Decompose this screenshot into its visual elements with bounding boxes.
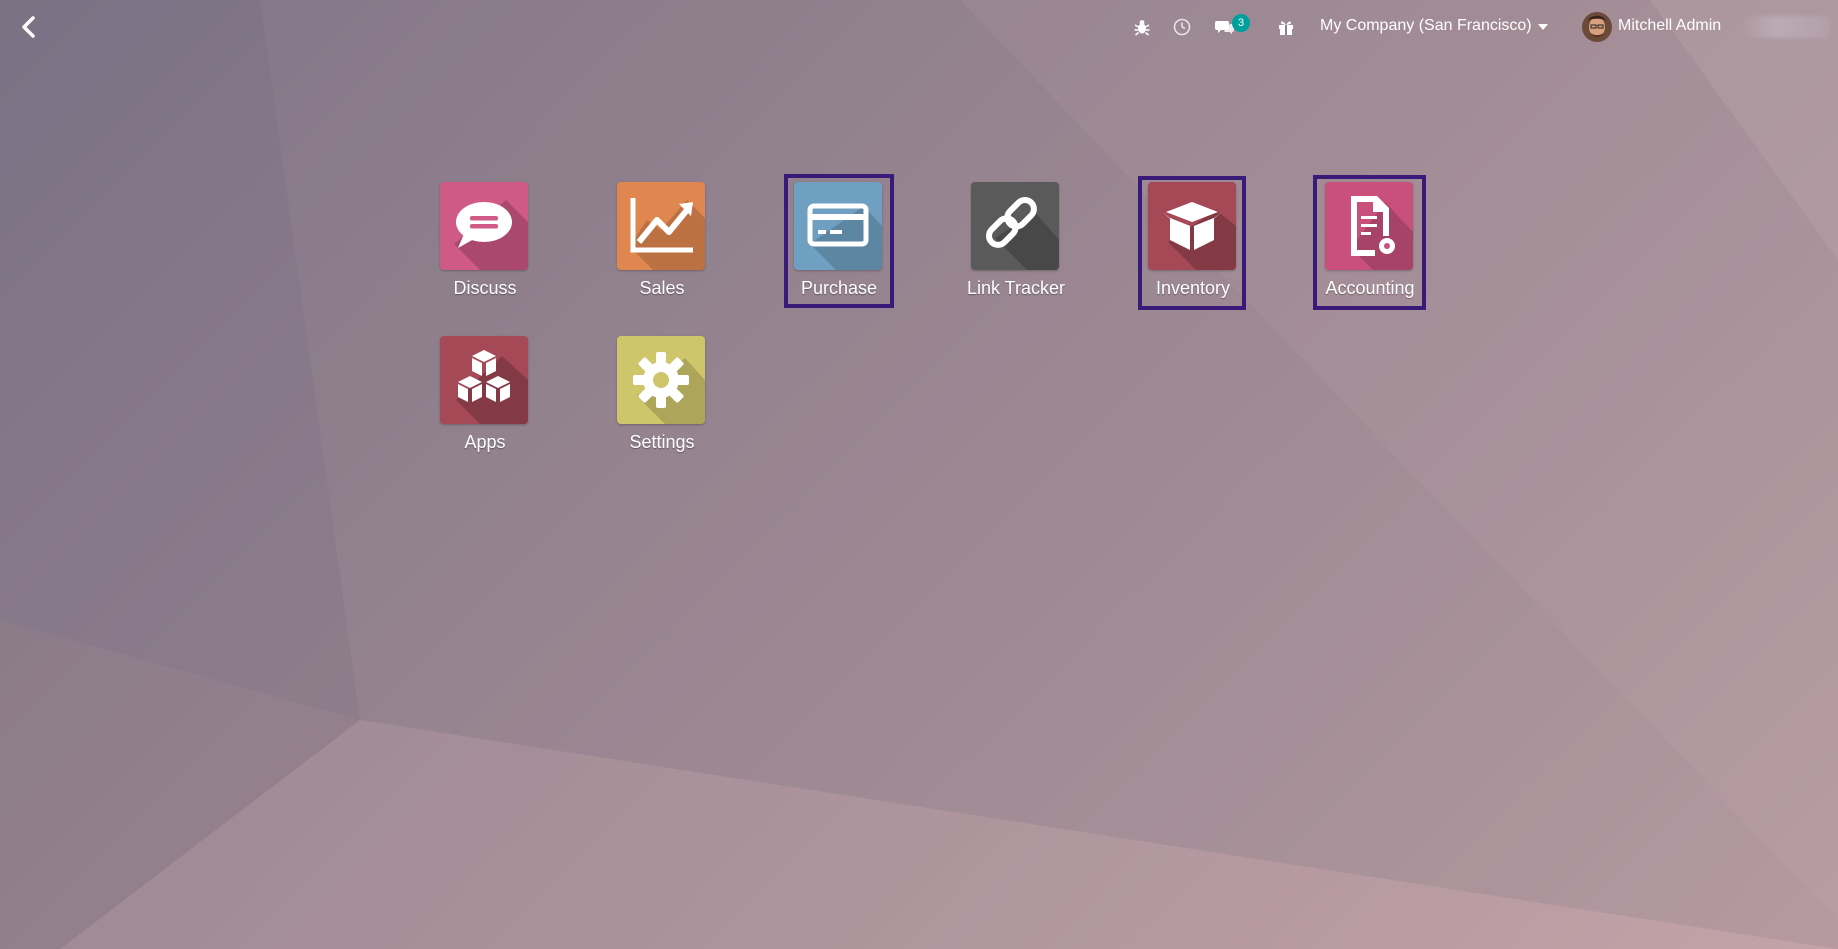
- app-icon-tile: [971, 182, 1059, 270]
- app-label: Link Tracker: [966, 278, 1066, 298]
- app-accounting[interactable]: Accounting: [1305, 170, 1435, 300]
- gift-icon: [1279, 21, 1293, 35]
- chat-bubble-icon: [454, 200, 528, 270]
- box-open-icon: [1162, 202, 1236, 270]
- app-label: Discuss: [453, 278, 517, 298]
- app-label: Accounting: [1325, 278, 1415, 298]
- top-navbar: 3 My Company (San Francisco) Mitchell Ad…: [0, 0, 1838, 55]
- messages-count-badge: 3: [1232, 14, 1250, 32]
- user-menu-name[interactable]: Mitchell Admin: [1618, 17, 1721, 35]
- link-icon: [986, 197, 1059, 270]
- app-discuss[interactable]: Discuss: [420, 170, 550, 300]
- app-label: Apps: [464, 432, 506, 452]
- app-inventory[interactable]: Inventory: [1128, 170, 1258, 300]
- caret-down-icon: [1538, 24, 1548, 30]
- background-facets: [0, 0, 1838, 949]
- user-menu-overlay: [1740, 16, 1830, 38]
- messages-menu-button[interactable]: [1214, 17, 1234, 37]
- user-avatar[interactable]: [1582, 12, 1612, 42]
- app-label: Purchase: [800, 278, 878, 298]
- app-label: Inventory: [1155, 278, 1231, 298]
- clock-icon: [1173, 18, 1191, 36]
- app-label: Settings: [629, 432, 695, 452]
- back-button[interactable]: [16, 14, 42, 40]
- app-link-tracker[interactable]: Link Tracker: [951, 170, 1081, 300]
- document-gear-icon: [1351, 196, 1413, 270]
- chart-line-icon: [630, 198, 705, 270]
- bug-icon: [1134, 20, 1150, 36]
- app-icon-tile: [1148, 182, 1236, 270]
- credit-card-icon: [807, 203, 882, 270]
- gear-icon: [633, 352, 705, 424]
- company-switcher[interactable]: My Company (San Francisco): [1320, 17, 1532, 35]
- debug-menu-button[interactable]: [1132, 17, 1152, 37]
- app-apps[interactable]: Apps: [420, 324, 550, 454]
- chevron-left-icon: [22, 16, 35, 38]
- app-label: Sales: [639, 278, 685, 298]
- avatar-image: [1582, 12, 1612, 42]
- app-icon-tile: [1325, 182, 1413, 270]
- app-icon-tile: [617, 336, 705, 424]
- app-icon-tile: [440, 336, 528, 424]
- app-icon-tile: [617, 182, 705, 270]
- app-sales[interactable]: Sales: [597, 170, 727, 300]
- activity-menu-button[interactable]: [1172, 17, 1192, 37]
- app-icon-tile: [794, 182, 882, 270]
- gift-menu-button[interactable]: [1276, 17, 1296, 37]
- app-icon-tile: [440, 182, 528, 270]
- app-settings[interactable]: Settings: [597, 324, 727, 454]
- cubes-icon: [456, 350, 528, 424]
- app-purchase[interactable]: Purchase: [774, 170, 904, 300]
